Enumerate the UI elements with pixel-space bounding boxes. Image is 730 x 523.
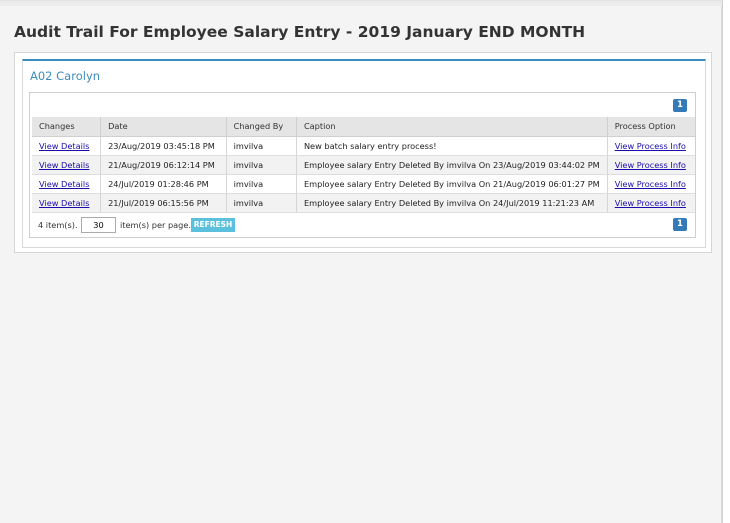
cell-date: 24/Jul/2019 01:28:46 PM (100, 174, 227, 194)
page-number-button-bottom[interactable]: 1 (673, 218, 687, 231)
cell-changed-by: imvilva (226, 174, 297, 194)
column-header-changed-by[interactable]: Changed By (226, 117, 297, 137)
cell-process-option: View Process Info (607, 174, 695, 194)
audit-panel: A02 Carolyn 1 Changes Date Changed By Ca… (22, 59, 706, 248)
cell-changes: View Details (32, 155, 102, 175)
cell-process-option: View Process Info (607, 155, 695, 175)
audit-grid: 1 Changes Date Changed By Caption Proces… (29, 92, 696, 238)
panel-header-employee: A02 Carolyn (30, 69, 101, 83)
view-process-info-link[interactable]: View Process Info (615, 141, 686, 151)
view-details-link[interactable]: View Details (39, 141, 89, 151)
top-shadow (0, 1, 722, 6)
view-details-link[interactable]: View Details (39, 179, 89, 189)
cell-process-option: View Process Info (607, 136, 695, 156)
table-row: View Details 21/Aug/2019 06:12:14 PM imv… (32, 155, 695, 175)
cell-date: 23/Aug/2019 03:45:18 PM (100, 136, 227, 156)
cell-changed-by: imvilva (226, 136, 297, 156)
view-details-link[interactable]: View Details (39, 160, 89, 170)
cell-caption: Employee salary Entry Deleted By imvilva… (296, 193, 608, 213)
cell-changed-by: imvilva (226, 193, 297, 213)
table-header-row: Changes Date Changed By Caption Process … (32, 117, 695, 137)
column-header-process-option[interactable]: Process Option (607, 117, 695, 137)
cell-process-option: View Process Info (607, 193, 695, 213)
view-details-link[interactable]: View Details (39, 198, 89, 208)
audit-table: Changes Date Changed By Caption Process … (32, 117, 695, 213)
column-header-changes[interactable]: Changes (32, 117, 102, 137)
cell-date: 21/Aug/2019 06:12:14 PM (100, 155, 227, 175)
column-header-date[interactable]: Date (100, 117, 227, 137)
cell-caption: New batch salary entry process! (296, 136, 608, 156)
cell-caption: Employee salary Entry Deleted By imvilva… (296, 174, 608, 194)
column-header-caption[interactable]: Caption (296, 117, 608, 137)
audit-panel-outer: A02 Carolyn 1 Changes Date Changed By Ca… (14, 52, 712, 253)
view-process-info-link[interactable]: View Process Info (615, 198, 686, 208)
page-number-button-top[interactable]: 1 (673, 99, 687, 112)
refresh-button[interactable]: REFRESH (191, 218, 235, 232)
pager-top: 1 (30, 93, 695, 117)
grid-footer: 4 item(s). item(s) per page. REFRESH 1 (30, 213, 695, 238)
page-background: Audit Trail For Employee Salary Entry - … (0, 0, 722, 523)
cell-caption: Employee salary Entry Deleted By imvilva… (296, 155, 608, 175)
cell-changed-by: imvilva (226, 155, 297, 175)
per-page-label: item(s) per page. (120, 220, 192, 230)
cell-date: 21/Jul/2019 06:15:56 PM (100, 193, 227, 213)
table-row: View Details 24/Jul/2019 01:28:46 PM imv… (32, 174, 695, 194)
window-edge (722, 0, 730, 523)
item-count-label: 4 item(s). (38, 220, 78, 230)
view-process-info-link[interactable]: View Process Info (615, 160, 686, 170)
view-process-info-link[interactable]: View Process Info (615, 179, 686, 189)
table-row: View Details 21/Jul/2019 06:15:56 PM imv… (32, 193, 695, 213)
cell-changes: View Details (32, 136, 102, 156)
page-size-input[interactable] (81, 217, 116, 233)
cell-changes: View Details (32, 174, 102, 194)
cell-changes: View Details (32, 193, 102, 213)
page-title: Audit Trail For Employee Salary Entry - … (14, 23, 586, 41)
table-row: View Details 23/Aug/2019 03:45:18 PM imv… (32, 136, 695, 156)
